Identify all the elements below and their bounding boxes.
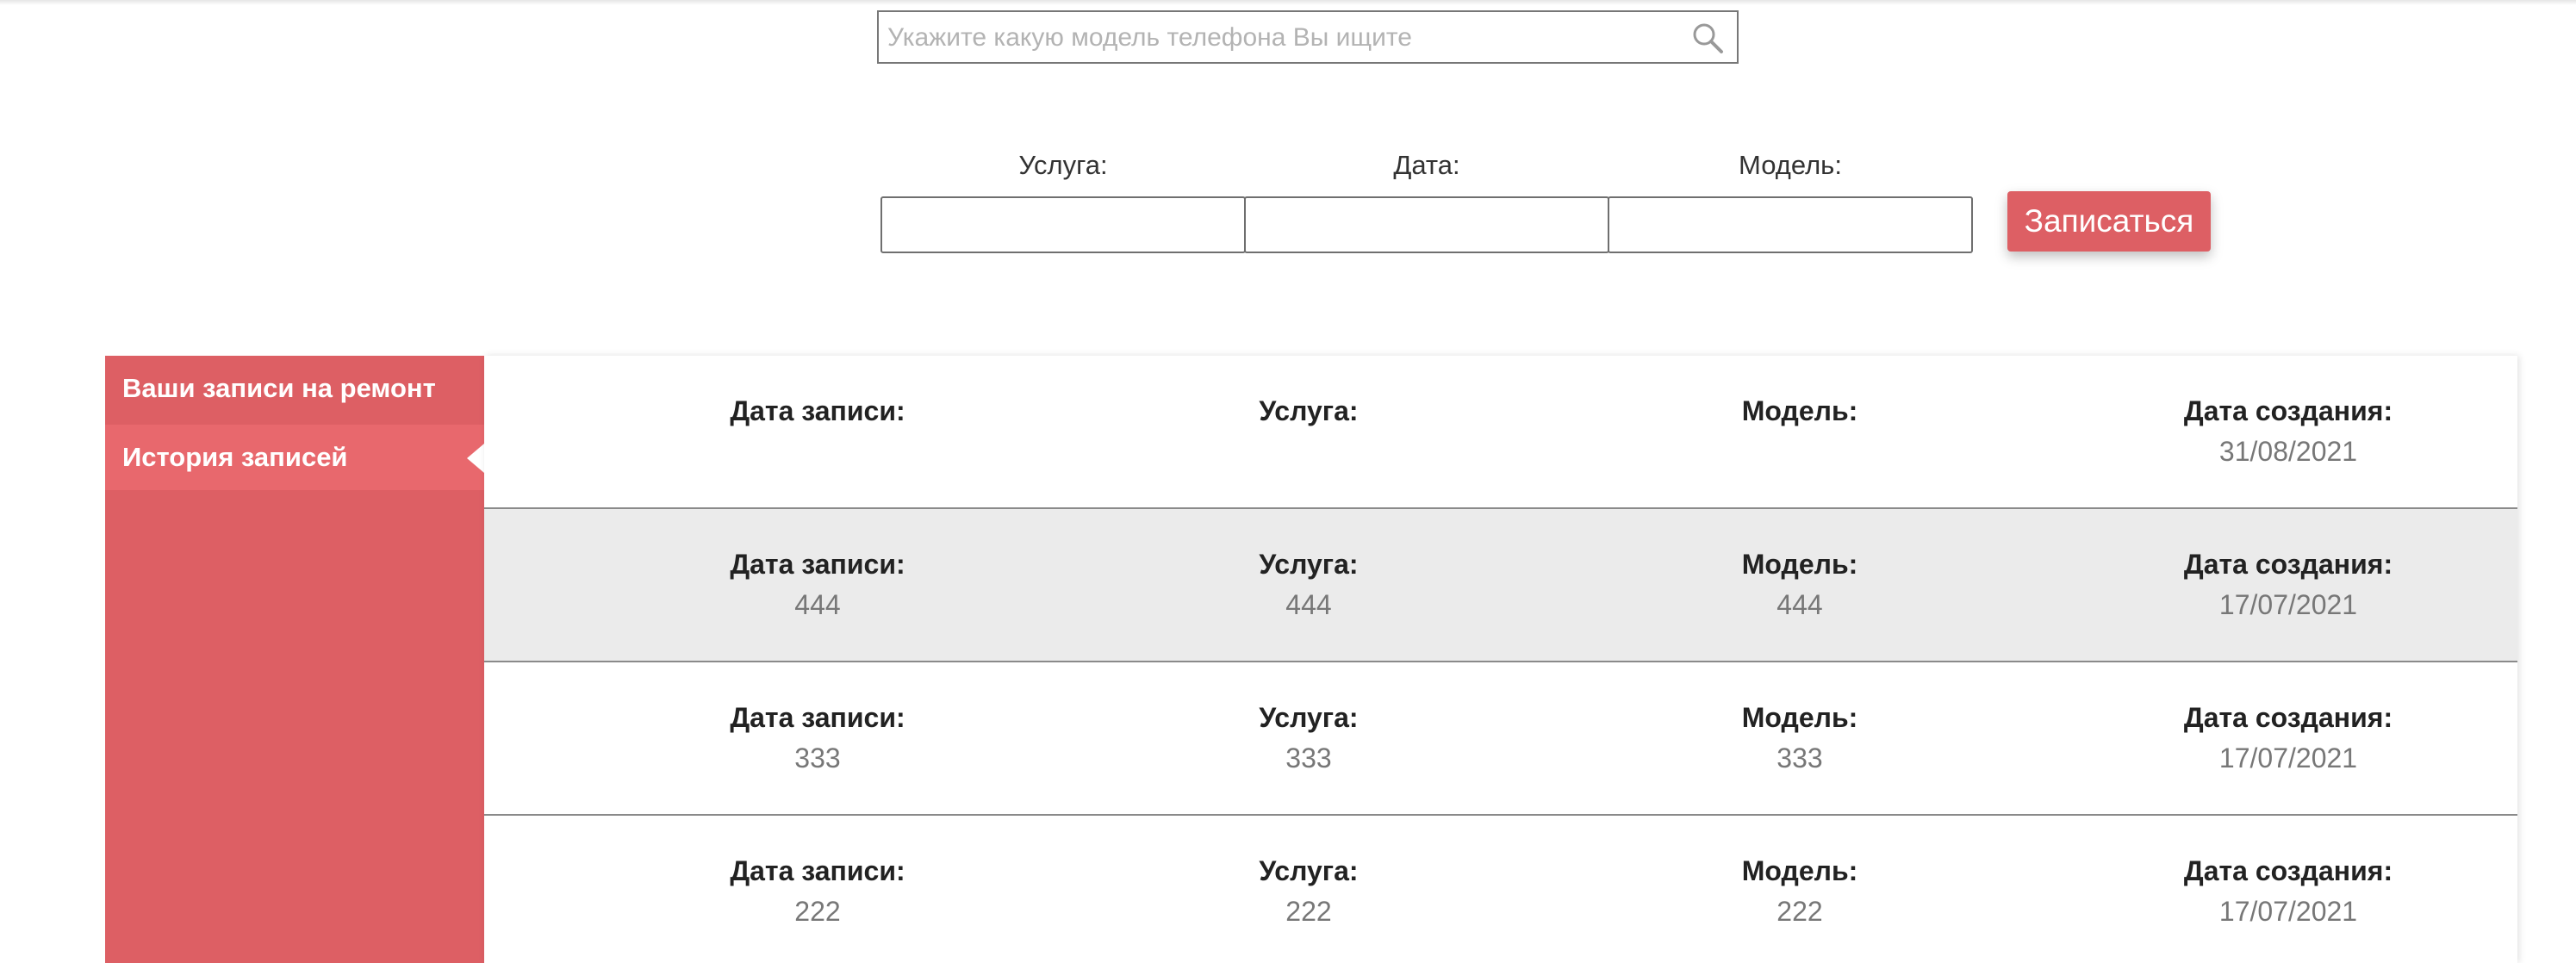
service-value: 444: [1285, 589, 1332, 620]
table-row: Дата записи: Услуга: Модель: Дата создан…: [484, 356, 2517, 509]
service-cell: Услуга: 333: [1179, 702, 1438, 775]
created-date-label: Дата создания:: [2183, 855, 2393, 886]
sidebar-item-repairs[interactable]: Ваши записи на ремонт: [105, 356, 484, 421]
active-indicator-icon: [467, 444, 484, 473]
created-date-cell: Дата создания: 31/08/2021: [2159, 395, 2417, 469]
model-field[interactable]: [1608, 196, 1973, 253]
created-date-value: 17/07/2021: [2218, 589, 2358, 620]
sidebar-item-label: Ваши записи на ремонт: [122, 373, 436, 403]
record-date-cell: Дата записи: 222: [688, 855, 947, 929]
service-value: [1179, 436, 1438, 469]
search-input[interactable]: [886, 17, 1682, 59]
model-value: 444: [1776, 589, 1823, 620]
record-date-label: Дата записи:: [730, 549, 905, 580]
service-label: Услуга:: [1259, 855, 1359, 886]
service-cell: Услуга:: [1179, 395, 1438, 469]
search-bar: [877, 10, 1739, 64]
model-label: Модель:: [1741, 702, 1858, 733]
created-date-value: 31/08/2021: [2218, 436, 2358, 467]
created-date-label: Дата создания:: [2183, 549, 2393, 580]
record-date-value: 444: [794, 589, 841, 620]
date-field[interactable]: [1244, 196, 1609, 253]
model-label: Модель:: [1741, 395, 1858, 426]
created-date-cell: Дата создания: 17/07/2021: [2159, 549, 2417, 622]
model-cell: Модель: 333: [1671, 702, 1929, 775]
model-label: Модель:: [1741, 855, 1858, 886]
record-date-value: 333: [794, 742, 841, 774]
record-date-value: [688, 436, 947, 469]
record-date-cell: Дата записи: 444: [688, 549, 947, 622]
records-table: Дата записи: Услуга: Модель: Дата создан…: [484, 356, 2517, 963]
top-shadow: [0, 0, 2576, 5]
sidebar-item-history[interactable]: История записей: [105, 425, 484, 490]
model-label: Модель:: [1741, 549, 1858, 580]
record-date-cell: Дата записи: 333: [688, 702, 947, 775]
record-date-value: 222: [794, 896, 841, 927]
service-value: 222: [1285, 896, 1332, 927]
service-cell: Услуга: 222: [1179, 855, 1438, 929]
service-cell: Услуга: 444: [1179, 549, 1438, 622]
created-date-label: Дата создания:: [2183, 702, 2393, 733]
record-date-label: Дата записи:: [730, 855, 905, 886]
search-icon[interactable]: [1690, 21, 1725, 55]
sidebar-item-label: История записей: [122, 442, 348, 472]
created-date-cell: Дата создания: 17/07/2021: [2159, 855, 2417, 929]
record-date-label: Дата записи:: [730, 395, 905, 426]
created-date-value: 17/07/2021: [2218, 742, 2358, 774]
table-row: Дата записи: 333 Услуга: 333 Модель: 333…: [484, 662, 2517, 816]
service-value: 333: [1285, 742, 1332, 774]
submit-button[interactable]: Записаться: [2007, 191, 2211, 252]
model-label: Модель:: [1739, 150, 1842, 180]
model-cell: Модель: 444: [1671, 549, 1929, 622]
created-date-label: Дата создания:: [2183, 395, 2393, 426]
table-row: Дата записи: 444 Услуга: 444 Модель: 444…: [484, 509, 2517, 662]
date-label: Дата:: [1393, 150, 1460, 180]
model-cell: Модель: 222: [1671, 855, 1929, 929]
service-label: Услуга:: [1259, 395, 1359, 426]
service-label: Услуга:: [1259, 702, 1359, 733]
service-field[interactable]: [880, 196, 1246, 253]
model-value: [1671, 436, 1929, 469]
table-row: Дата записи: 222 Услуга: 222 Модель: 222…: [484, 816, 2517, 963]
record-date-label: Дата записи:: [730, 702, 905, 733]
model-cell: Модель:: [1671, 395, 1929, 469]
model-value: 333: [1776, 742, 1823, 774]
service-label: Услуга:: [1018, 150, 1108, 180]
model-value: 222: [1776, 896, 1823, 927]
service-label: Услуга:: [1259, 549, 1359, 580]
record-date-cell: Дата записи:: [688, 395, 947, 469]
created-date-cell: Дата создания: 17/07/2021: [2159, 702, 2417, 775]
created-date-value: 17/07/2021: [2218, 896, 2358, 927]
sidebar: Ваши записи на ремонт История записей: [105, 356, 484, 963]
